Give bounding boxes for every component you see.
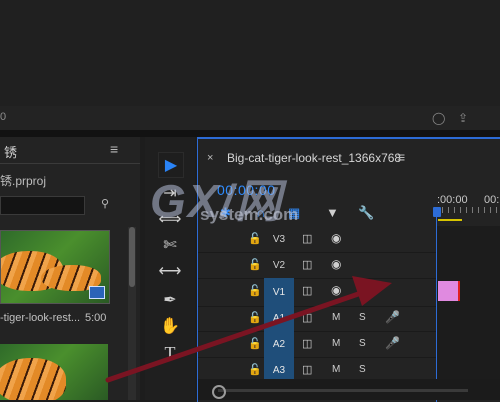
mute-button[interactable]: M bbox=[332, 312, 340, 323]
wrench-icon[interactable]: 🔧 bbox=[358, 205, 374, 221]
solo-button[interactable]: S bbox=[359, 312, 366, 323]
project-menu-icon[interactable]: ≡ bbox=[110, 141, 118, 157]
hand-tool-icon[interactable]: ✋ bbox=[158, 314, 182, 338]
project-panel: 锈 ≡ 锈.prproj ⚲ -tiger-look-rest... 5:00 bbox=[0, 137, 140, 400]
find-icon[interactable]: ⚲ bbox=[101, 197, 117, 211]
track-v1: 🔓 V1 ◫ ◉ bbox=[198, 278, 500, 307]
zoom-handle[interactable] bbox=[212, 385, 226, 399]
clip-duration: 5:00 bbox=[85, 312, 107, 324]
tiger-image bbox=[0, 358, 66, 400]
work-area-bar[interactable] bbox=[438, 219, 462, 221]
mute-button[interactable]: M bbox=[332, 338, 340, 349]
solo-button[interactable]: S bbox=[359, 338, 366, 349]
timeline-clip[interactable] bbox=[438, 281, 460, 301]
track-name[interactable]: A1 bbox=[264, 305, 294, 331]
solo-button[interactable]: S bbox=[359, 364, 366, 375]
sync-lock-icon[interactable]: ◫ bbox=[302, 258, 312, 271]
camera-icon[interactable]: ◯ bbox=[432, 111, 445, 125]
track-lane[interactable] bbox=[436, 226, 500, 252]
ruler-time-label-2: 00: bbox=[484, 194, 500, 206]
track-name[interactable]: V1 bbox=[264, 278, 294, 306]
playhead-handle[interactable] bbox=[433, 207, 441, 217]
sync-lock-icon[interactable]: ◫ bbox=[302, 363, 312, 376]
scrollbar-track[interactable] bbox=[218, 389, 468, 392]
track-lane[interactable] bbox=[436, 252, 500, 278]
playhead-line[interactable] bbox=[436, 217, 437, 402]
sync-lock-icon[interactable]: ◫ bbox=[302, 337, 312, 350]
project-title[interactable]: 锈 bbox=[4, 142, 17, 161]
clip-thumbnail-2[interactable] bbox=[0, 344, 108, 400]
lock-icon[interactable]: 🔓 bbox=[248, 311, 262, 324]
slip-tool-icon[interactable]: ⟷ bbox=[158, 259, 182, 283]
mic-icon[interactable]: 🎤 bbox=[385, 336, 400, 350]
sync-lock-icon[interactable]: ◫ bbox=[302, 311, 312, 324]
eye-icon[interactable]: ◉ bbox=[331, 231, 341, 245]
sequence-tab-title[interactable]: Big-cat-tiger-look-rest_1366x768 bbox=[227, 151, 401, 165]
track-lane[interactable] bbox=[436, 331, 500, 357]
mute-button[interactable]: M bbox=[332, 364, 340, 375]
lock-icon[interactable]: 🔓 bbox=[248, 337, 262, 350]
add-marker-icon[interactable]: ▼ bbox=[326, 205, 339, 220]
ruler-time-label: :00:00 bbox=[437, 194, 468, 206]
track-name[interactable]: V2 bbox=[264, 252, 294, 278]
mic-icon[interactable]: 🎤 bbox=[385, 310, 400, 324]
sync-lock-icon[interactable]: ◫ bbox=[302, 232, 312, 245]
divider bbox=[0, 163, 140, 164]
track-lane[interactable] bbox=[436, 305, 500, 331]
eye-icon[interactable]: ◉ bbox=[331, 257, 341, 271]
project-file-name: 锈.prproj bbox=[0, 174, 47, 188]
lock-icon[interactable]: 🔓 bbox=[248, 284, 262, 297]
track-v2: 🔓 V2 ◫ ◉ bbox=[198, 252, 500, 279]
track-a2: 🔓 A2 ◫ M S 🎤 bbox=[198, 331, 500, 358]
sequence-badge-icon bbox=[89, 286, 105, 299]
close-icon[interactable]: × bbox=[207, 152, 213, 164]
program-monitor bbox=[0, 0, 500, 106]
project-search-input[interactable] bbox=[0, 196, 85, 215]
clip-thumbnail[interactable] bbox=[0, 230, 110, 304]
export-icon[interactable]: ⇪ bbox=[458, 111, 468, 125]
lock-icon[interactable]: 🔓 bbox=[248, 258, 262, 271]
type-tool-icon[interactable]: T bbox=[158, 341, 182, 365]
scrollbar-thumb[interactable] bbox=[129, 227, 135, 287]
pen-tool-icon[interactable]: ✒ bbox=[158, 288, 182, 312]
timeline-menu-icon[interactable]: ≡ bbox=[397, 149, 405, 165]
eye-icon[interactable]: ◉ bbox=[331, 283, 341, 297]
track-name[interactable]: A2 bbox=[264, 331, 294, 357]
clip-name: -tiger-look-rest... bbox=[0, 312, 81, 324]
lock-icon[interactable]: 🔓 bbox=[248, 363, 262, 376]
razor-tool-icon[interactable]: ✄ bbox=[158, 233, 182, 257]
project-scrollbar[interactable] bbox=[128, 227, 136, 400]
monitor-timecode: 0 bbox=[0, 111, 7, 123]
track-a1: 🔓 A1 ◫ M S 🎤 bbox=[198, 305, 500, 332]
program-monitor-controls: 0 ◯ ⇪ bbox=[0, 106, 500, 130]
timeline-zoom-scrollbar[interactable] bbox=[198, 379, 500, 400]
panel-divider[interactable] bbox=[0, 130, 500, 137]
sync-lock-icon[interactable]: ◫ bbox=[302, 284, 312, 297]
lock-icon[interactable]: 🔓 bbox=[248, 232, 262, 245]
watermark-text: system.com bbox=[200, 205, 299, 224]
